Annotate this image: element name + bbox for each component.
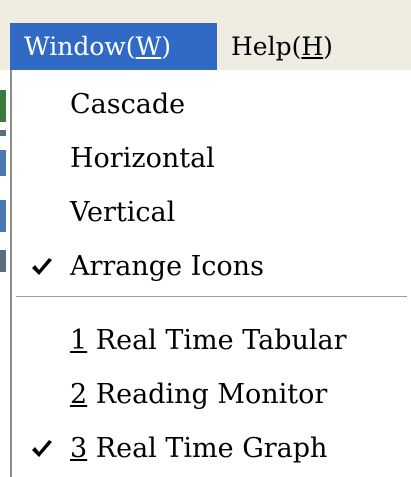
menu-item-label: 3 Real Time Graph [70,422,327,476]
menu-help[interactable]: Help(H) [217,23,367,70]
menu-separator [16,296,407,298]
menu-help-tail: ) [323,32,333,61]
menu-item-text: Real Time Graph [87,433,328,464]
menu-item-vertical[interactable]: Vertical [12,186,411,240]
menu-item-label: 1 Real Time Tabular [70,314,347,368]
menu-item-window-1[interactable]: 1 Real Time Tabular [12,314,411,368]
background-window-fragment [0,90,6,122]
menu-item-number: 2 [70,379,88,410]
background-window-fragment [0,200,6,232]
menu-item-number: 3 [70,433,88,464]
menu-item-label: 2 Reading Monitor [70,368,327,422]
menu-item-label: Cascade [70,89,186,120]
background-window-fragment [0,250,6,272]
menu-item-arrange-icons[interactable]: Arrange Icons [12,240,411,294]
menu-item-label: Vertical [70,197,176,228]
menu-item-number: 1 [70,325,88,356]
menu-window-text: Window( [24,32,136,61]
menu-help-text: Help( [231,32,302,61]
menu-item-window-2[interactable]: 2 Reading Monitor [12,368,411,422]
menu-item-horizontal[interactable]: Horizontal [12,132,411,186]
background-window-edge [0,70,10,477]
menu-item-text: Reading Monitor [87,379,328,410]
menu-item-text: Real Time Tabular [87,325,347,356]
menu-window-tail: ) [161,32,172,61]
menu-bar: Window(W) Help(H) [0,0,411,70]
check-icon [32,258,52,275]
menu-window-accel: W [135,32,162,61]
check-icon [32,440,52,457]
background-window-fragment [0,130,6,136]
menu-window[interactable]: Window(W) [10,23,217,70]
menu-item-cascade[interactable]: Cascade [12,78,411,132]
menu-item-label: Arrange Icons [70,251,264,282]
menu-item-label: Horizontal [70,143,215,174]
menu-help-accel: H [301,32,324,61]
background-window-fragment [0,150,6,176]
window-dropdown-menu: Cascade Horizontal Vertical Arrange Icon… [10,70,411,477]
menu-item-window-3[interactable]: 3 Real Time Graph [12,422,411,476]
